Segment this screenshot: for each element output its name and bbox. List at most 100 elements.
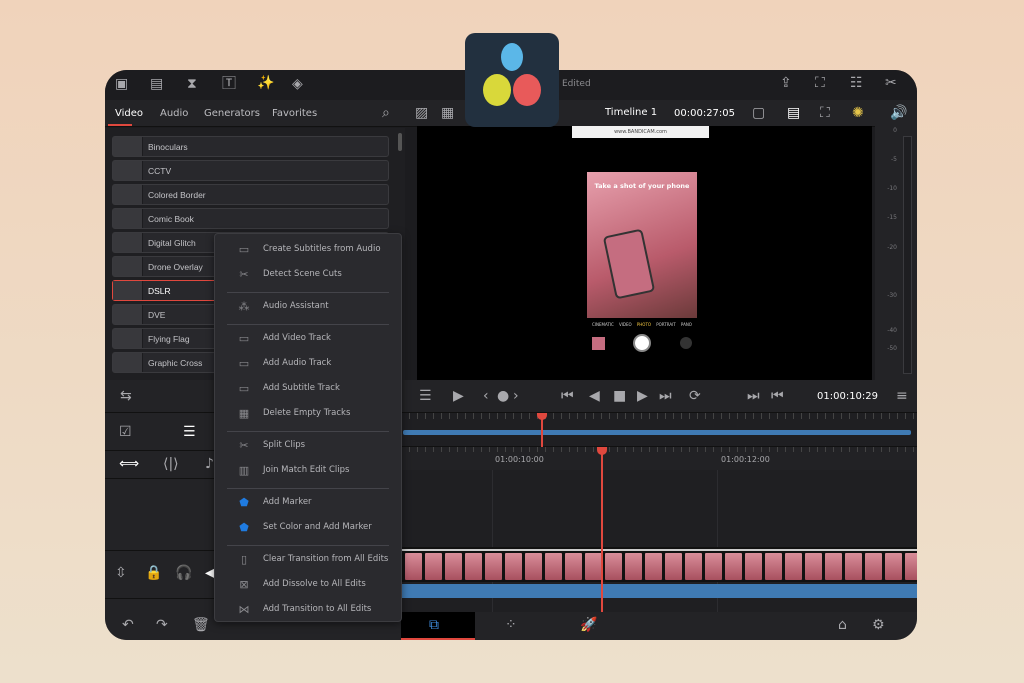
- effect-colored-border[interactable]: Colored Border: [112, 184, 389, 205]
- clip-thumbnail[interactable]: [605, 553, 622, 580]
- clip-thumbnail[interactable]: [865, 553, 882, 580]
- video-track[interactable]: [401, 547, 917, 582]
- clip-thumbnail[interactable]: [465, 553, 482, 580]
- scrollbar[interactable]: [398, 133, 402, 151]
- color-page-icon[interactable]: ⁘: [505, 618, 517, 632]
- loop-icon[interactable]: ⟳: [689, 389, 701, 403]
- page-cut[interactable]: ⧉: [401, 612, 475, 640]
- menu-item-add-audio-track[interactable]: ▭ Add Audio Track: [215, 353, 401, 373]
- clip-thumbnail[interactable]: [505, 553, 522, 580]
- menu-item-add-dissolve-to-all-edits[interactable]: ⊠ Add Dissolve to All Edits: [215, 574, 401, 594]
- tab-audio[interactable]: Audio: [160, 108, 188, 119]
- trash-icon[interactable]: 🗑: [192, 618, 210, 632]
- transitions-icon[interactable]: ◈: [292, 77, 303, 91]
- go-to-start-icon[interactable]: ⏮: [561, 389, 574, 403]
- timeline-name[interactable]: Timeline 1: [605, 107, 657, 118]
- home-icon[interactable]: ⌂: [838, 618, 847, 632]
- effect-comic-book[interactable]: Comic Book: [112, 208, 389, 229]
- clip-thumbnail[interactable]: [845, 553, 862, 580]
- audio-track[interactable]: [401, 584, 917, 598]
- image-view-icon[interactable]: ▨: [415, 106, 428, 120]
- zoom-fit-icon[interactable]: ⟺: [119, 457, 139, 471]
- viewer-size-icon[interactable]: ▢: [752, 106, 765, 120]
- play-icon[interactable]: ▶: [637, 389, 648, 403]
- tab-generators[interactable]: Generators: [204, 108, 260, 119]
- stop-icon[interactable]: ■: [613, 389, 626, 403]
- clip-thumbnail[interactable]: [405, 553, 422, 580]
- clip-thumbnail[interactable]: [525, 553, 542, 580]
- film-view-icon[interactable]: ▦: [441, 106, 454, 120]
- clip-thumbnail[interactable]: [625, 553, 642, 580]
- effect-cctv[interactable]: CCTV: [112, 160, 389, 181]
- effects-wand-icon[interactable]: ✨: [257, 76, 274, 90]
- deliver-rocket-icon[interactable]: 🚀: [580, 618, 597, 632]
- snap-icon[interactable]: ⟨|⟩: [163, 457, 179, 471]
- transform-icon[interactable]: ⛶: [820, 106, 830, 120]
- clip-thumbnail[interactable]: [885, 553, 902, 580]
- menu-item-audio-assistant[interactable]: ⁂ Audio Assistant: [215, 296, 401, 316]
- clip-thumbnail[interactable]: [745, 553, 762, 580]
- menu-item-split-clips[interactable]: ✂ Split Clips: [215, 435, 401, 455]
- clip-thumbnail[interactable]: [645, 553, 662, 580]
- edit-icon[interactable]: ⧗: [187, 77, 197, 91]
- menu-item-add-transition-to-all-edits[interactable]: ⋈ Add Transition to All Edits: [215, 599, 401, 619]
- menu-item-clear-transition-from-all-edits[interactable]: ▯ Clear Transition from All Edits: [215, 549, 401, 569]
- playhead[interactable]: [601, 447, 603, 612]
- go-to-end-icon[interactable]: ⏭: [659, 389, 672, 403]
- tab-video[interactable]: Video: [115, 108, 143, 119]
- menu-icon[interactable]: ≡: [896, 389, 908, 403]
- menu-item-set-color-and-add-marker[interactable]: ⬟ Set Color and Add Marker: [215, 517, 401, 537]
- next-edit-icon[interactable]: ⏭: [747, 389, 760, 403]
- mixer-icon[interactable]: ☷: [850, 76, 863, 90]
- timeline-options-icon[interactable]: ☰: [183, 425, 196, 439]
- volume-icon[interactable]: 🔊: [890, 106, 907, 120]
- menu-item-detect-scene-cuts[interactable]: ✂ Detect Scene Cuts: [215, 264, 401, 284]
- track-select-icon[interactable]: ☑: [119, 425, 132, 439]
- menu-item-join-match-edit-clips[interactable]: ▥ Join Match Edit Clips: [215, 460, 401, 480]
- menu-item-delete-empty-tracks[interactable]: ▦ Delete Empty Tracks: [215, 403, 401, 423]
- clip-thumbnail[interactable]: [565, 553, 582, 580]
- clip-thumbnail[interactable]: [485, 553, 502, 580]
- next-keyframe-icon[interactable]: ›: [513, 389, 519, 403]
- search-icon[interactable]: ⌕: [382, 106, 390, 120]
- clip-thumbnail[interactable]: [725, 553, 742, 580]
- settings-gear-icon[interactable]: ⚙: [872, 618, 885, 632]
- menu-item-add-marker[interactable]: ⬟ Add Marker: [215, 492, 401, 512]
- clip-thumbnail[interactable]: [545, 553, 562, 580]
- tools-icon[interactable]: ✂: [885, 76, 897, 90]
- settings-sliders-icon[interactable]: ☰: [419, 389, 432, 403]
- menu-item-create-subtitles-from-audio[interactable]: ▭ Create Subtitles from Audio: [215, 239, 401, 259]
- clip-thumbnail[interactable]: [765, 553, 782, 580]
- redo-icon[interactable]: ↷: [156, 618, 168, 632]
- audio-video-sync-icon[interactable]: ⇆: [120, 389, 132, 403]
- undo-icon[interactable]: ↶: [122, 618, 134, 632]
- headphones-icon[interactable]: 🎧: [175, 566, 192, 580]
- clip-thumbnail[interactable]: [905, 553, 917, 580]
- clip-thumbnail[interactable]: [445, 553, 462, 580]
- track-height-icon[interactable]: ⇳: [115, 566, 127, 580]
- prev-edit-icon[interactable]: ⏮: [771, 389, 784, 403]
- clip-thumbnail[interactable]: [685, 553, 702, 580]
- hq-icon[interactable]: ▤: [787, 106, 800, 120]
- timeline-ruler[interactable]: 01:00:10:00 01:00:12:00: [401, 447, 917, 470]
- effect-binoculars[interactable]: Binoculars: [112, 136, 389, 157]
- keyframe-dot-icon[interactable]: ●: [497, 389, 509, 403]
- clip-thumbnail[interactable]: [585, 553, 602, 580]
- title-icon[interactable]: 🅃: [222, 77, 236, 91]
- clip-thumbnail[interactable]: [785, 553, 802, 580]
- clip-thumbnail[interactable]: [705, 553, 722, 580]
- cut-icon[interactable]: ▤: [150, 77, 163, 91]
- clip-thumbnail[interactable]: [425, 553, 442, 580]
- menu-item-add-subtitle-track[interactable]: ▭ Add Subtitle Track: [215, 378, 401, 398]
- clip-thumbnail[interactable]: [825, 553, 842, 580]
- media-icon[interactable]: ▣: [115, 77, 128, 91]
- clip-thumbnail[interactable]: [805, 553, 822, 580]
- tab-favorites[interactable]: Favorites: [272, 108, 317, 119]
- playback-mode-icon[interactable]: ▶: [453, 389, 464, 403]
- lock-icon[interactable]: 🔒: [145, 566, 162, 580]
- clip-thumbnail[interactable]: [665, 553, 682, 580]
- export-icon[interactable]: ⇪: [780, 76, 792, 90]
- reverse-icon[interactable]: ◀: [589, 389, 600, 403]
- fullscreen-icon[interactable]: ⛶: [815, 76, 825, 90]
- prev-keyframe-icon[interactable]: ‹: [483, 389, 489, 403]
